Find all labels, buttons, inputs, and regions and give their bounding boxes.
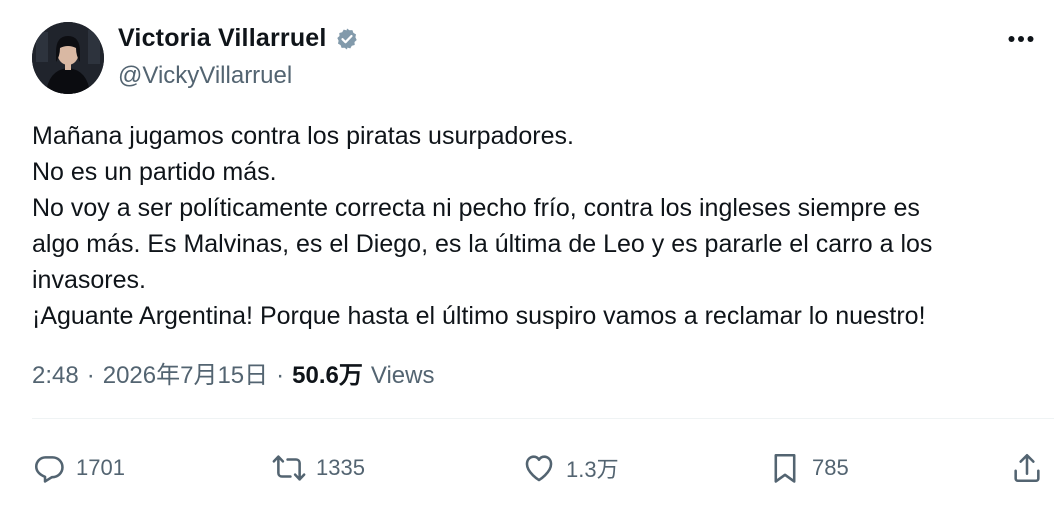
divider	[32, 418, 1054, 419]
retweet-count: 1335	[316, 455, 365, 480]
retweet-icon	[272, 455, 306, 481]
tweet-body-line: ¡Aguante Argentina! Porque hasta el últi…	[32, 302, 926, 330]
verified-badge-icon[interactable]	[335, 27, 359, 51]
author-name-row: Victoria Villarruel	[118, 24, 359, 53]
avatar[interactable]	[32, 22, 104, 94]
avatar-image	[32, 22, 104, 94]
reply-count: 1701	[76, 455, 125, 480]
tweet-body-line: invasores.	[32, 266, 146, 294]
tweet-card: Victoria Villarruel @VickyVillarruel Mañ…	[0, 0, 1064, 512]
views-count[interactable]: 50.6万	[292, 355, 363, 390]
share-icon	[1014, 453, 1040, 483]
like-count: 1.3万	[566, 457, 619, 482]
tweet-body-line: Mañana jugamos contra los piratas usurpa…	[32, 122, 574, 150]
tweet-body-line: algo más. Es Malvinas, es el Diego, es l…	[32, 230, 933, 258]
views-label[interactable]: Views	[371, 362, 435, 390]
reply-icon	[34, 456, 64, 483]
more-horizontal-icon	[1008, 36, 1034, 42]
reply-button[interactable]: 1701	[32, 446, 125, 490]
tweet-body-line: No es un partido más.	[32, 158, 277, 186]
tweet-time[interactable]: 2:48	[32, 362, 79, 390]
tweet-date[interactable]: 2026年7月15日	[103, 355, 268, 390]
tweet-body-line: No voy a ser políticamente correcta ni p…	[32, 194, 920, 222]
author-handle[interactable]: @VickyVillarruel	[118, 62, 292, 90]
bookmark-count: 785	[812, 455, 849, 480]
share-button[interactable]	[1010, 446, 1044, 490]
heart-icon	[525, 455, 553, 482]
bookmark-icon	[774, 453, 796, 483]
tweet-meta: 2:48 · 2026年7月15日 · 50.6万 Views	[32, 355, 434, 390]
action-bar: 1701 1335 1.3万 785	[32, 446, 1044, 490]
retweet-button[interactable]: 1335	[272, 446, 365, 490]
meta-separator: ·	[86, 362, 95, 389]
tweet-body: Mañana jugamos contra los piratas usurpa…	[32, 118, 1032, 334]
author-display-name[interactable]: Victoria Villarruel	[118, 24, 327, 53]
meta-separator: ·	[276, 362, 285, 389]
like-button[interactable]: 1.3万	[522, 446, 619, 490]
more-options-button[interactable]	[1006, 24, 1036, 54]
bookmark-button[interactable]: 785	[768, 446, 849, 490]
